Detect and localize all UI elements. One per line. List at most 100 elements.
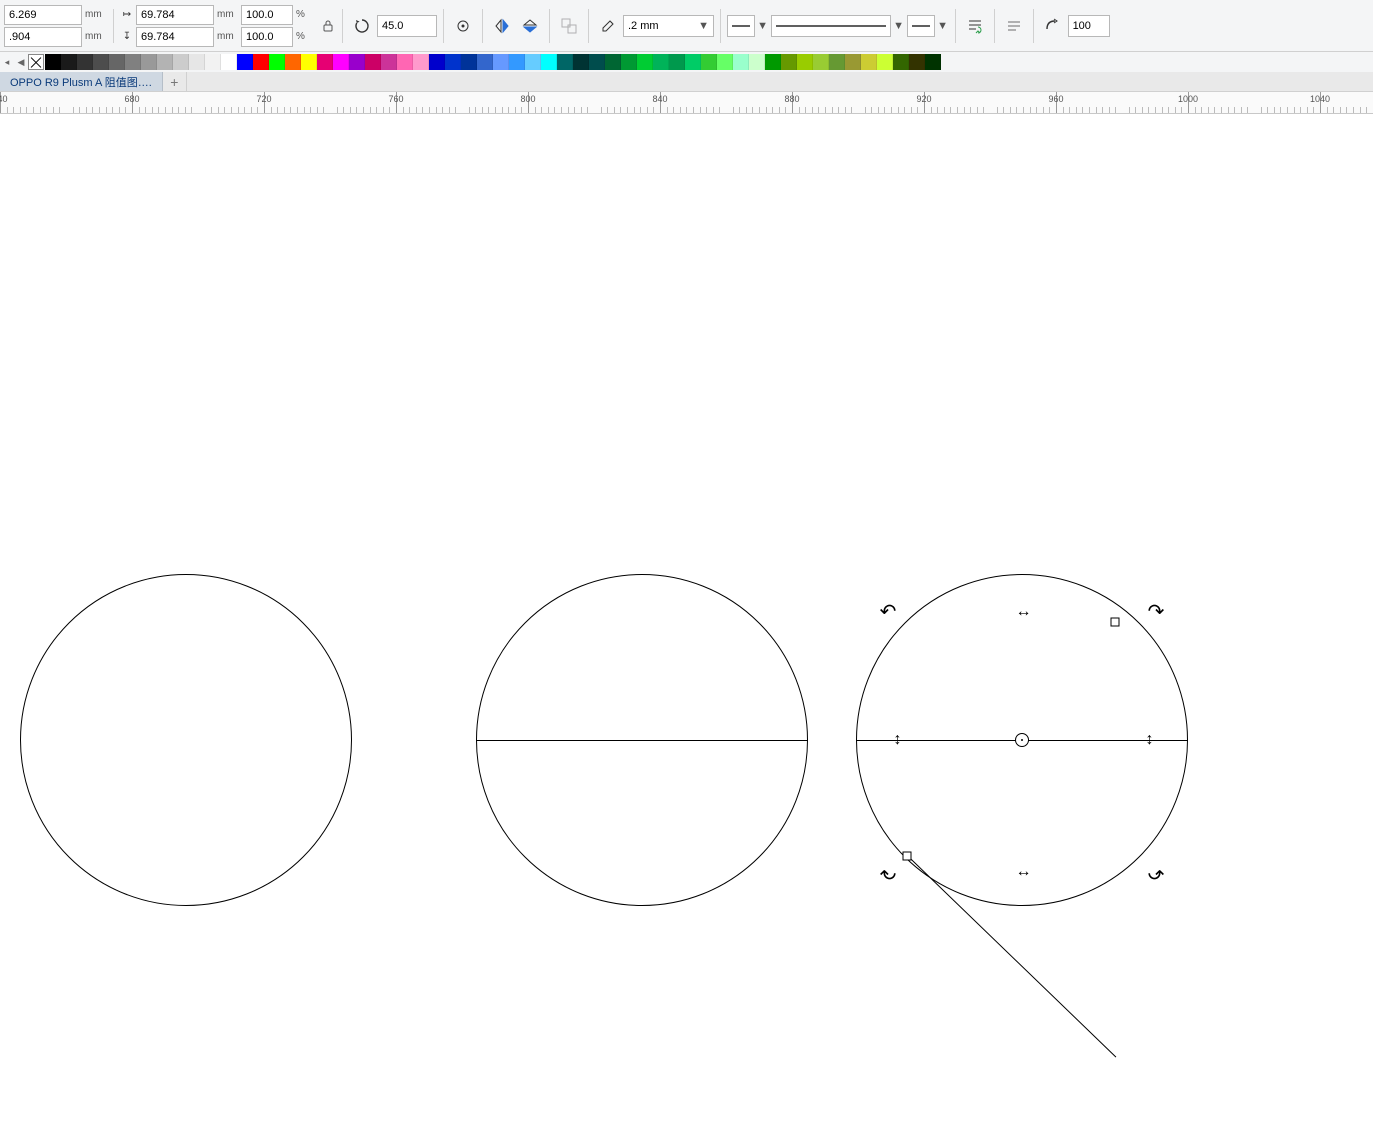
- color-swatch[interactable]: [365, 54, 381, 70]
- color-swatch[interactable]: [701, 54, 717, 70]
- rotation-pivot[interactable]: [1015, 733, 1029, 747]
- color-swatch[interactable]: [749, 54, 765, 70]
- chevron-down-icon[interactable]: ▼: [757, 20, 769, 32]
- color-swatch[interactable]: [237, 54, 253, 70]
- add-tab-button[interactable]: +: [163, 72, 187, 91]
- color-swatch[interactable]: [349, 54, 365, 70]
- color-swatch[interactable]: [781, 54, 797, 70]
- center-origin-button[interactable]: [450, 13, 476, 39]
- chamfer-input[interactable]: [1068, 15, 1110, 37]
- color-swatch[interactable]: [845, 54, 861, 70]
- circle-shape[interactable]: [20, 574, 352, 906]
- rotate-handle-bl[interactable]: ↶: [880, 862, 897, 882]
- mirror-horizontal-button[interactable]: [489, 13, 515, 39]
- color-swatch[interactable]: [189, 54, 205, 70]
- color-swatch[interactable]: [205, 54, 221, 70]
- pos-x-input[interactable]: [4, 5, 82, 25]
- color-swatch[interactable]: [605, 54, 621, 70]
- outline-width-value: .2 mm: [628, 20, 659, 32]
- ruler-tick-label: 1000: [1178, 94, 1198, 104]
- horizontal-ruler[interactable]: 6406807207608008408809209601000104010801…: [0, 92, 1373, 114]
- color-swatch[interactable]: [61, 54, 77, 70]
- skew-handle-top[interactable]: ↔: [1016, 604, 1029, 620]
- height-input[interactable]: [136, 27, 214, 47]
- color-swatch[interactable]: [109, 54, 125, 70]
- color-swatch[interactable]: [813, 54, 829, 70]
- color-swatch[interactable]: [861, 54, 877, 70]
- color-swatch[interactable]: [333, 54, 349, 70]
- color-swatch[interactable]: [93, 54, 109, 70]
- wrap-text-button[interactable]: [962, 13, 988, 39]
- palette-scroll-left-2[interactable]: ◀: [14, 54, 28, 70]
- color-swatch[interactable]: [589, 54, 605, 70]
- chevron-down-icon: ▼: [697, 20, 711, 32]
- rotate-handle-br[interactable]: ↷: [1148, 862, 1165, 882]
- mirror-vertical-button[interactable]: [517, 13, 543, 39]
- color-swatch[interactable]: [77, 54, 93, 70]
- color-swatch[interactable]: [925, 54, 941, 70]
- line-node-handle[interactable]: [903, 852, 912, 861]
- color-swatch[interactable]: [45, 54, 61, 70]
- color-swatch[interactable]: [797, 54, 813, 70]
- color-swatch[interactable]: [493, 54, 509, 70]
- palette-scroll-left[interactable]: ◂: [0, 54, 14, 70]
- outline-width-select[interactable]: .2 mm ▼: [623, 15, 714, 37]
- line-node-handle[interactable]: [1111, 618, 1120, 627]
- color-swatch[interactable]: [445, 54, 461, 70]
- color-swatch[interactable]: [717, 54, 733, 70]
- color-swatch[interactable]: [621, 54, 637, 70]
- color-swatch[interactable]: [877, 54, 893, 70]
- color-swatch[interactable]: [141, 54, 157, 70]
- color-swatch[interactable]: [429, 54, 445, 70]
- color-swatch[interactable]: [397, 54, 413, 70]
- line-end-style[interactable]: [907, 15, 935, 37]
- color-swatch[interactable]: [509, 54, 525, 70]
- color-swatch[interactable]: [829, 54, 845, 70]
- color-swatch[interactable]: [173, 54, 189, 70]
- skew-handle-left[interactable]: ↕: [894, 732, 899, 748]
- color-swatch[interactable]: [669, 54, 685, 70]
- color-swatch[interactable]: [221, 54, 237, 70]
- color-swatch[interactable]: [525, 54, 541, 70]
- scale-y-input[interactable]: [241, 27, 293, 47]
- color-swatch[interactable]: [653, 54, 669, 70]
- color-swatch[interactable]: [461, 54, 477, 70]
- canvas[interactable]: ↶ ↷ ↶ ↷ ↔ ↔ ↕ ↕: [0, 114, 1373, 1140]
- color-swatch[interactable]: [157, 54, 173, 70]
- width-input[interactable]: [136, 5, 214, 25]
- color-swatch[interactable]: [125, 54, 141, 70]
- color-swatch[interactable]: [269, 54, 285, 70]
- color-swatch[interactable]: [765, 54, 781, 70]
- line-style-select[interactable]: [771, 15, 891, 37]
- document-tab[interactable]: OPPO R9 Plusm A 阻值图….: [0, 72, 163, 91]
- skew-handle-bottom[interactable]: ↔: [1016, 864, 1029, 880]
- swatch-no-fill[interactable]: [28, 54, 44, 70]
- color-swatch[interactable]: [477, 54, 493, 70]
- pos-y-input[interactable]: [4, 27, 82, 47]
- color-swatch[interactable]: [541, 54, 557, 70]
- color-swatch[interactable]: [637, 54, 653, 70]
- color-swatch[interactable]: [557, 54, 573, 70]
- color-swatch[interactable]: [285, 54, 301, 70]
- diameter-line[interactable]: [476, 740, 808, 741]
- rotate-handle-tl[interactable]: ↶: [880, 602, 897, 622]
- color-swatch[interactable]: [413, 54, 429, 70]
- rotate-handle-tr[interactable]: ↷: [1148, 602, 1165, 622]
- color-swatch[interactable]: [733, 54, 749, 70]
- color-swatch[interactable]: [253, 54, 269, 70]
- color-swatch[interactable]: [381, 54, 397, 70]
- color-swatch[interactable]: [573, 54, 589, 70]
- color-swatch[interactable]: [685, 54, 701, 70]
- color-swatch[interactable]: [301, 54, 317, 70]
- divider: [955, 9, 956, 43]
- scale-x-input[interactable]: [241, 5, 293, 25]
- chevron-down-icon[interactable]: ▼: [893, 20, 905, 32]
- chevron-down-icon[interactable]: ▼: [937, 20, 949, 32]
- color-swatch[interactable]: [317, 54, 333, 70]
- line-start-style[interactable]: [727, 15, 755, 37]
- rotation-input[interactable]: [377, 15, 437, 37]
- color-swatch[interactable]: [909, 54, 925, 70]
- skew-handle-right[interactable]: ↕: [1146, 732, 1151, 748]
- color-swatch[interactable]: [893, 54, 909, 70]
- lock-ratio-button[interactable]: [320, 19, 336, 33]
